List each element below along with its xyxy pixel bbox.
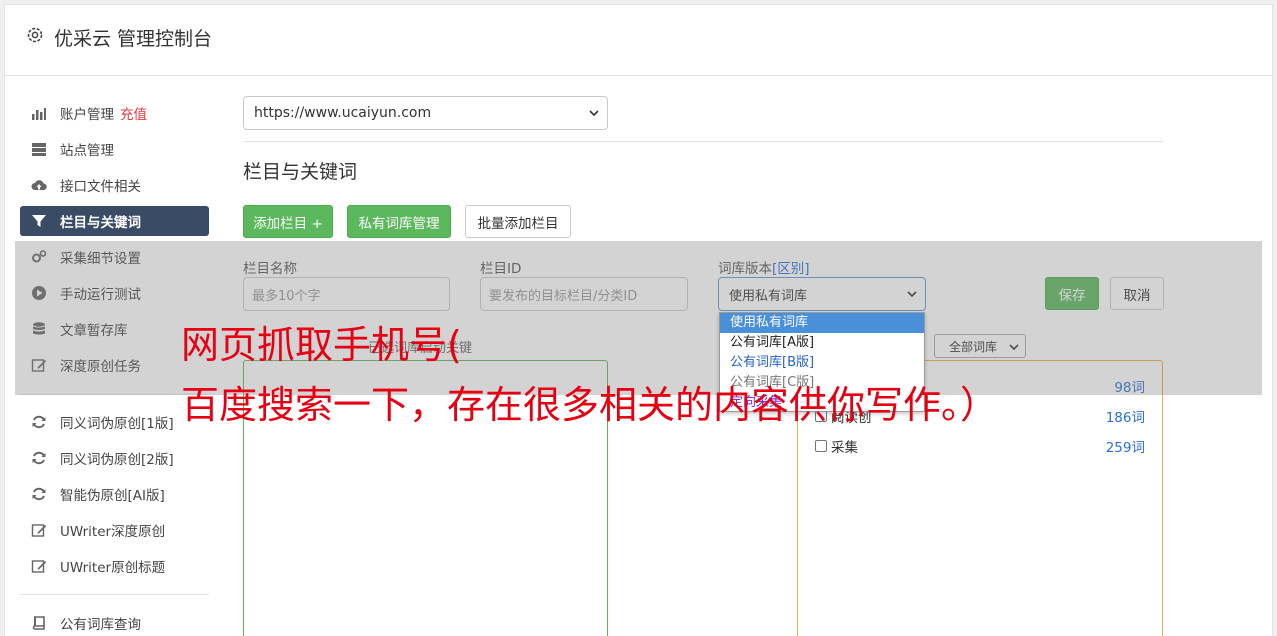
lib-count: 186词	[1105, 410, 1145, 426]
overlay-text-line2: 百度搜索一下，存在很多相关的内容供你写作。）	[181, 383, 999, 427]
sidebar-item-synonym-v2[interactable]: 同义词伪原创[2版]	[20, 443, 209, 473]
chevron-down-icon	[907, 291, 917, 298]
lib-version-select[interactable]: 使用私有词库	[718, 277, 926, 311]
page-title: 优采云 管理控制台	[54, 28, 213, 50]
sidebar-item-sites[interactable]: 站点管理	[20, 134, 209, 164]
sidebar-item-label: 同义词伪原创[1版]	[60, 416, 174, 432]
lib-count: 98词	[1114, 380, 1145, 396]
chevron-down-icon	[589, 110, 599, 117]
sidebar-item-label: 站点管理	[60, 143, 114, 159]
sidebar-item-label: 手动运行测试	[60, 287, 141, 303]
edit-icon	[31, 560, 47, 573]
column-name-input[interactable]: 最多10个字	[243, 277, 450, 311]
save-button[interactable]: 保存	[1045, 277, 1099, 310]
list-item[interactable]: 采集 259词	[815, 435, 1145, 457]
edit-icon	[31, 359, 47, 372]
sidebar-divider	[20, 594, 209, 595]
divider	[243, 141, 1163, 142]
sidebar-item-label: 文章暂存库	[60, 323, 128, 339]
sidebar-item-label: 智能伪原创[AI版]	[60, 488, 165, 504]
sidebar-item-collect-settings[interactable]: 采集细节设置	[20, 242, 209, 272]
recharge-link[interactable]: 充值	[120, 103, 147, 123]
sidebar-item-label: 公有词库查询	[60, 617, 141, 633]
sidebar-item-label: 栏目与关键词	[60, 215, 141, 231]
sidebar-item-label: UWriter深度原创	[60, 524, 166, 540]
sidebar-item-public-lib[interactable]: 公有词库查询	[20, 608, 209, 636]
lib-name: 采集	[831, 440, 858, 456]
lib-version-label: 词库版本[区别]	[718, 257, 810, 277]
gears-icon	[32, 250, 47, 263]
cloud-upload-icon	[31, 180, 47, 190]
play-circle-icon	[32, 286, 46, 300]
lib-filter-select[interactable]: 全部词库	[934, 334, 1026, 358]
filter-icon	[32, 215, 46, 227]
batch-add-button[interactable]: 批量添加栏目	[465, 205, 571, 238]
column-id-input[interactable]: 要发布的目标栏目/分类ID	[480, 277, 688, 311]
sidebar-item-account[interactable]: 账户管理 充值	[20, 98, 209, 128]
refresh-icon	[32, 415, 46, 429]
difference-link[interactable]: [区别]	[772, 261, 810, 277]
chevron-down-icon	[1009, 344, 1019, 351]
refresh-icon	[32, 451, 46, 465]
dropdown-option[interactable]: 公有词库[B版]	[720, 353, 924, 373]
column-name-label: 栏目名称	[243, 261, 297, 277]
sidebar-item-label: 深度原创任务	[60, 359, 141, 375]
lib-count: 259词	[1105, 440, 1145, 456]
sidebar-item-columns[interactable]: 栏目与关键词	[20, 206, 209, 236]
sidebar-item-label: 接口文件相关	[60, 179, 141, 195]
sidebar-item-label: UWriter原创标题	[60, 560, 166, 576]
bar-chart-icon	[32, 108, 46, 120]
sidebar-item-ai-original[interactable]: 智能伪原创[AI版]	[20, 479, 209, 509]
book-icon	[32, 616, 45, 630]
edit-icon	[31, 524, 47, 537]
lib-checkbox[interactable]	[815, 440, 827, 452]
sidebar-item-label: 采集细节设置	[60, 251, 141, 267]
lib-version-value: 使用私有词库	[729, 288, 808, 304]
sidebar-item-uwriter-title[interactable]: UWriter原创标题	[20, 551, 209, 581]
private-lib-button[interactable]: 私有词库管理	[347, 205, 451, 238]
sidebar-item-manual-run[interactable]: 手动运行测试	[20, 278, 209, 308]
cancel-button[interactable]: 取消	[1110, 277, 1164, 310]
dropdown-option[interactable]: 公有词库[A版]	[720, 333, 924, 353]
sidebar-item-label: 同义词伪原创[2版]	[60, 452, 174, 468]
section-title: 栏目与关键词	[243, 161, 358, 183]
add-column-button[interactable]: 添加栏目 +	[243, 205, 333, 238]
lib-version-label-text: 词库版本	[718, 261, 772, 277]
database-icon	[33, 322, 45, 335]
sidebar-item-interface[interactable]: 接口文件相关	[20, 170, 209, 200]
sidebar-item-uwriter-deep[interactable]: UWriter深度原创	[20, 515, 209, 545]
server-icon	[32, 143, 46, 156]
gear-icon	[27, 27, 43, 43]
site-select[interactable]: https://www.ucaiyun.com	[243, 96, 608, 130]
overlay-text-line1: 网页抓取手机号(	[181, 323, 462, 367]
refresh-icon	[32, 487, 46, 501]
column-id-label: 栏目ID	[480, 261, 522, 277]
site-select-value: https://www.ucaiyun.com	[254, 105, 432, 121]
top-bar: 优采云 管理控制台	[5, 5, 1272, 76]
dropdown-option[interactable]: 使用私有词库	[720, 313, 924, 333]
lib-filter-value: 全部词库	[949, 339, 998, 354]
sidebar-item-label: 账户管理	[60, 107, 114, 123]
